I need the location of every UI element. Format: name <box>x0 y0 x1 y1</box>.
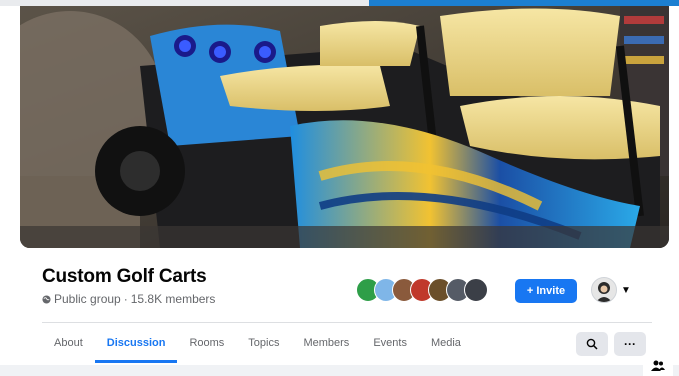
group-tabs: About Discussion Rooms Topics Members Ev… <box>42 323 473 363</box>
group-privacy[interactable]: Public group <box>54 292 121 306</box>
cover-photo[interactable] <box>20 6 669 248</box>
avatar[interactable] <box>591 277 617 303</box>
globe-icon <box>42 294 51 304</box>
member-count[interactable]: 15.8K members <box>131 292 216 306</box>
caret-down-icon[interactable]: ▼ <box>621 285 631 296</box>
tab-media[interactable]: Media <box>419 323 473 363</box>
page-background-strip <box>0 365 679 376</box>
tab-members[interactable]: Members <box>291 323 361 363</box>
tab-discussion[interactable]: Discussion <box>94 323 178 363</box>
golf-cart-photo <box>20 6 669 248</box>
tab-topics[interactable]: Topics <box>236 323 291 363</box>
member-avatars[interactable] <box>356 278 496 304</box>
tab-events[interactable]: Events <box>361 323 419 363</box>
meta-separator: · <box>123 292 128 306</box>
profile-menu[interactable]: ▼ <box>591 276 643 304</box>
group-meta: Public group · 15.8K members <box>42 292 215 306</box>
tab-rooms[interactable]: Rooms <box>177 323 236 363</box>
group-name[interactable]: Custom Golf Carts <box>42 266 207 288</box>
person-avatar-icon <box>592 278 616 302</box>
member-avatar[interactable] <box>464 278 488 302</box>
tab-about[interactable]: About <box>42 323 95 363</box>
people-button[interactable] <box>643 356 673 376</box>
more-options-button[interactable]: ··· <box>614 332 646 356</box>
search-button[interactable] <box>576 332 608 356</box>
search-icon <box>586 338 598 350</box>
invite-button[interactable]: + Invite <box>515 279 577 303</box>
people-icon <box>651 360 665 371</box>
